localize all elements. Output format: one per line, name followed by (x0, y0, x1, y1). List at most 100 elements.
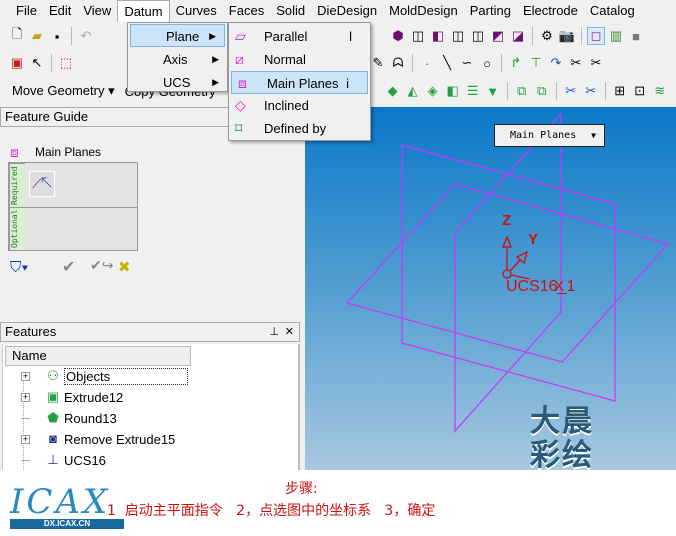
ok-check-icon[interactable]: ✔ (62, 257, 75, 277)
mode-dropdown[interactable]: Main Planes ▼ (494, 124, 605, 147)
menu-faces[interactable]: Faces (223, 0, 270, 22)
edit-transform-icon[interactable]: ⊡ (631, 82, 649, 100)
save-icon[interactable]: ▪ (48, 27, 66, 45)
profile-icon[interactable]: ᗣ (389, 54, 407, 72)
menu-catalog[interactable]: Catalog (584, 0, 641, 22)
menu-item-defined-by[interactable]: ⌑ Defined by (229, 117, 370, 140)
cut-curve-icon[interactable]: ✂ (567, 54, 585, 72)
new-file-icon[interactable]: 🗋 (8, 26, 26, 45)
watermark: 大晨 彩绘 (530, 405, 594, 472)
mirror2-icon[interactable]: ⧉ (533, 82, 551, 100)
surface-draft-icon[interactable]: ▼ (484, 82, 502, 100)
spline-icon[interactable]: ∽ (458, 54, 476, 72)
remove-extrude-icon: ◙ (49, 431, 57, 446)
sketch-icon[interactable]: ✎ (369, 54, 387, 72)
shaded-edges-icon[interactable]: ▥ (607, 27, 625, 45)
separator (51, 54, 52, 72)
menu-edit[interactable]: Edit (43, 0, 77, 22)
view-right-icon[interactable]: ◫ (469, 27, 487, 45)
menu-item-main-planes[interactable]: ⧈ Main Planes i (231, 71, 368, 94)
camera-icon[interactable]: 📷 (558, 27, 576, 45)
expand-icon[interactable]: + (21, 371, 30, 381)
menu-item-parallel[interactable]: ▱ Parallel l (229, 25, 370, 48)
expand-icon[interactable]: + (21, 392, 30, 402)
menu-molddesign[interactable]: MoldDesign (383, 0, 464, 22)
line-icon[interactable]: ╲ (438, 54, 456, 72)
surface-extrude-icon[interactable]: ◧ (444, 82, 462, 100)
view-top-icon[interactable]: ◩ (489, 27, 507, 45)
xy-plane (345, 183, 670, 363)
trim-surface-icon[interactable]: ✂ (582, 82, 600, 100)
expand-icon[interactable]: + (21, 434, 30, 444)
menu-file[interactable]: File (10, 0, 43, 22)
features-panel: Features ⊥ ✕ (0, 322, 300, 342)
menu-curves[interactable]: Curves (170, 0, 223, 22)
menu-view[interactable]: View (77, 0, 117, 22)
menu-item-normal[interactable]: ⧄ Normal (229, 48, 370, 71)
tree-item-ucs16[interactable]: ⊥ UCS16 (21, 450, 106, 470)
menu-item-label: Defined by (264, 121, 327, 136)
menu-datum[interactable]: Datum (117, 0, 170, 22)
surface-sweep-icon[interactable]: ◈ (424, 82, 442, 100)
cancel-icon[interactable]: ✖ (118, 258, 131, 276)
feature-guide-command: Main Planes (35, 145, 102, 159)
view-settings-icon[interactable]: ⚙ (538, 27, 556, 45)
fillet-icon[interactable]: ↱ (507, 54, 525, 72)
undo-icon[interactable]: ↶ (77, 27, 95, 45)
point-icon[interactable]: · (418, 54, 436, 72)
wireframe-icon[interactable]: ◻ (587, 27, 605, 45)
menu-diedesign[interactable]: DieDesign (311, 0, 383, 22)
ucs-label[interactable]: UCS16_1 (506, 278, 575, 295)
deselect-icon[interactable]: ↖ (28, 54, 46, 72)
name-column-header[interactable]: Name (5, 346, 191, 366)
tree-item-round13[interactable]: ⬟ Round13 (21, 408, 117, 428)
surface-icon[interactable]: ◆ (384, 82, 402, 100)
features-tree: Name + ⚇ Objects + ▣ Extrude12 ⬟ Round13 + ◙ Re… (2, 344, 300, 470)
steps-title: 步骤: (285, 481, 318, 497)
apply-icon[interactable]: ✔↪ (90, 257, 113, 274)
box-select-icon[interactable]: ⬚ (57, 54, 75, 72)
mirror-icon[interactable]: ⧉ (513, 82, 531, 100)
twist-icon[interactable]: ≋ (651, 82, 669, 100)
menu-solid[interactable]: Solid (270, 0, 311, 22)
trim-icon[interactable]: ⊤ (527, 54, 545, 72)
view-back-icon[interactable]: ◧ (429, 27, 447, 45)
tree-item-objects[interactable]: + ⚇ Objects (21, 366, 188, 386)
surface-offset-icon[interactable]: ☰ (464, 82, 482, 100)
open-folder-icon[interactable]: ▰ (28, 27, 46, 45)
menu-item-label: UCS (163, 75, 191, 90)
view-front-icon[interactable]: ◫ (409, 27, 427, 45)
select-ucs-input-icon[interactable]: ⟋↖ (29, 171, 55, 197)
extrude-icon: ▣ (46, 389, 60, 404)
menu-parting[interactable]: Parting (464, 0, 517, 22)
3d-viewport[interactable]: Z Y X UCS16_1 Main Planes ▼ 大晨 彩绘 (305, 107, 676, 472)
tree-item-label: UCS16 (64, 452, 106, 468)
menu-item-axis[interactable]: Axis ▶ (128, 48, 227, 71)
inclined-plane-icon: ◇ (235, 97, 246, 113)
transform-icon[interactable]: ⊞ (611, 82, 629, 100)
tree-item-extrude12[interactable]: + ▣ Extrude12 (21, 387, 123, 407)
view-iso-icon[interactable]: ⬢ (389, 27, 407, 45)
menu-item-ucs[interactable]: UCS ▶ (128, 71, 227, 94)
menu-item-plane[interactable]: Plane ▶ (130, 24, 225, 47)
surface-loft-icon[interactable]: ◭ (404, 82, 422, 100)
extend-icon[interactable]: ↷ (547, 54, 565, 72)
close-icon[interactable]: ✕ (285, 323, 294, 341)
separator (604, 82, 606, 100)
split-surface-icon[interactable]: ✂ (562, 82, 580, 100)
menu-item-inclined[interactable]: ◇ Inclined (229, 94, 370, 117)
tree-item-remove-extrude15[interactable]: + ◙ Remove Extrude15 (21, 429, 175, 449)
view-left-icon[interactable]: ◫ (449, 27, 467, 45)
menu-electrode[interactable]: Electrode (517, 0, 584, 22)
split-curve-icon[interactable]: ✂ (587, 54, 605, 72)
filter-icon[interactable]: ⛉▾ (10, 259, 29, 276)
view-bottom-icon[interactable]: ◪ (509, 27, 527, 45)
move-geometry-button[interactable]: Move Geometry ▾ (8, 83, 119, 99)
circle-icon[interactable]: ○ (478, 54, 496, 72)
separator (501, 54, 502, 72)
select-solid-icon[interactable]: ▣ (8, 54, 26, 72)
pin-icon[interactable]: ⊥ (269, 323, 279, 341)
shortcut: l (349, 29, 352, 44)
separator (412, 54, 413, 72)
shaded-icon[interactable]: ■ (627, 27, 645, 45)
